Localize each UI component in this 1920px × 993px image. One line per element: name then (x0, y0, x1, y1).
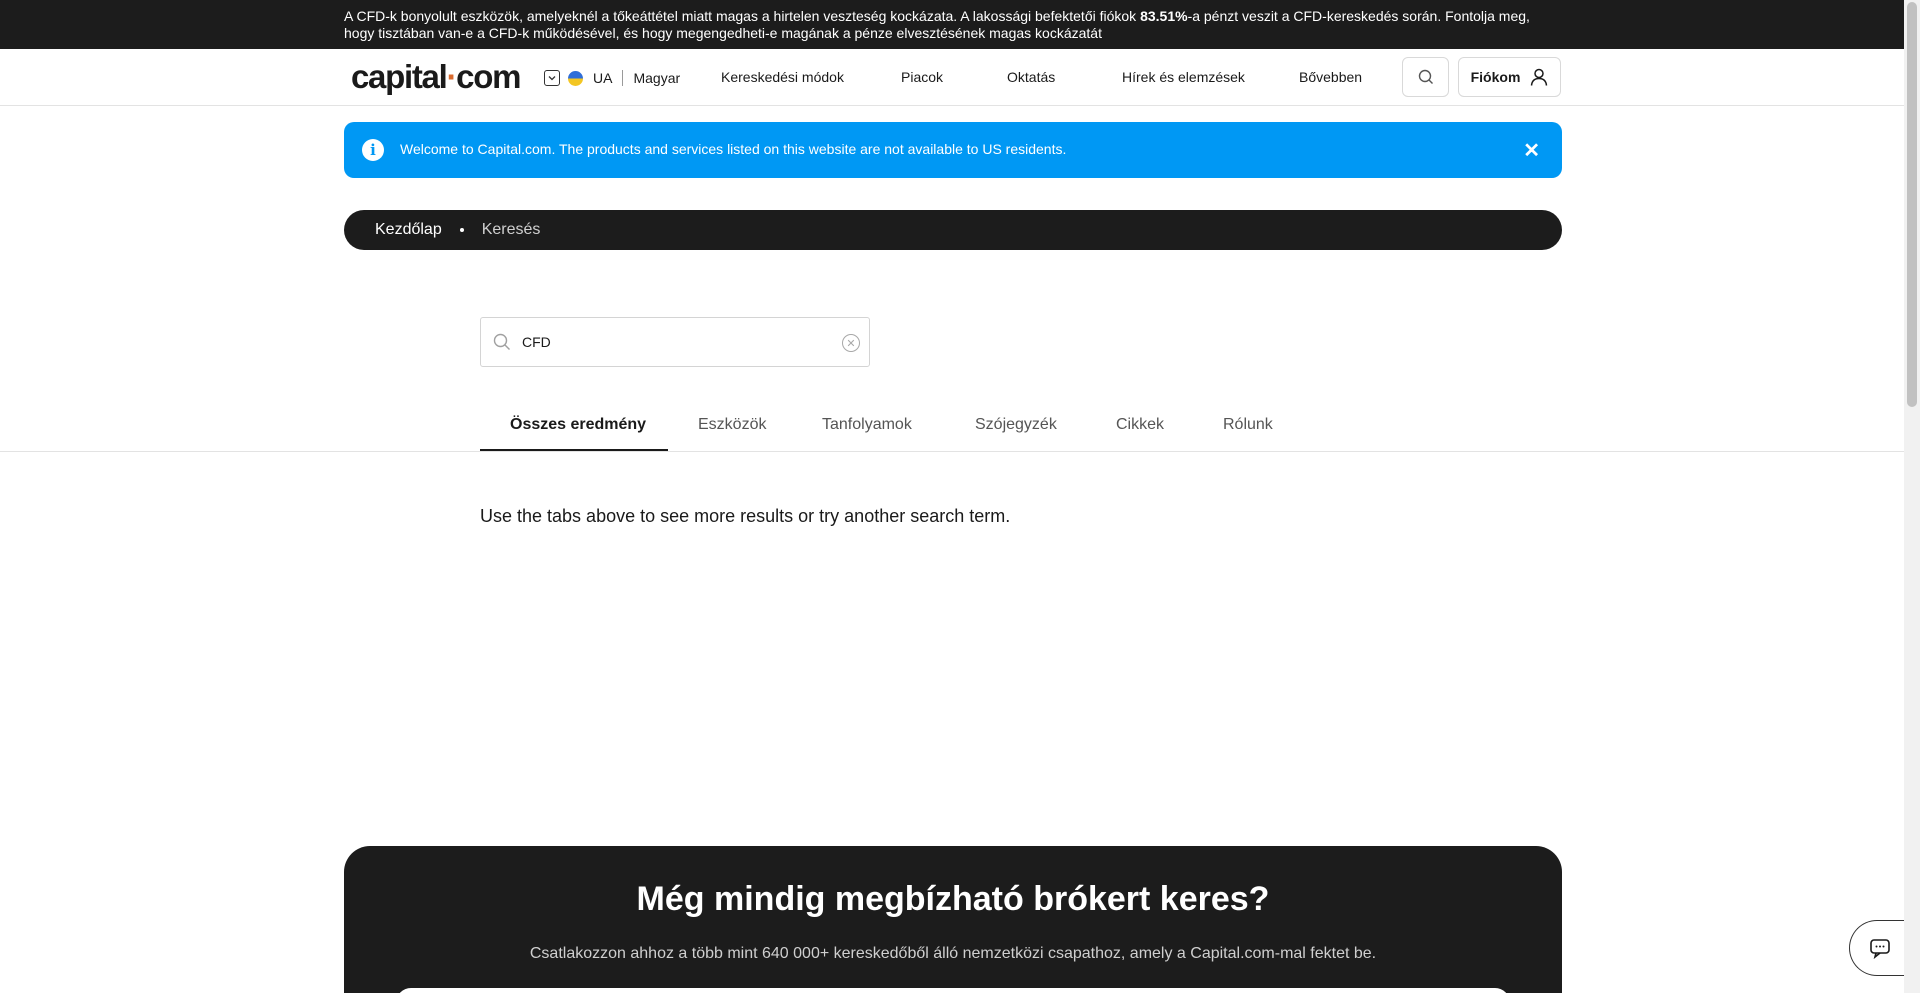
promo-subtitle: Csatlakozzon ahhoz a több mint 640 000+ … (529, 945, 1377, 962)
nav-more[interactable]: Bővebben (1299, 69, 1362, 85)
tab-glossary[interactable]: Szójegyzék (975, 416, 1057, 434)
tabs-divider (0, 451, 1904, 452)
account-label: Fiókom (1470, 69, 1521, 85)
tab-all-results[interactable]: Összes eredmény (510, 416, 646, 434)
user-icon (1531, 68, 1548, 86)
tab-articles[interactable]: Cikkek (1116, 416, 1164, 434)
tab-courses[interactable]: Tanfolyamok (822, 416, 912, 434)
logo-text-end: com (456, 58, 521, 95)
chat-icon (1869, 939, 1890, 959)
tab-about-us[interactable]: Rólunk (1223, 416, 1273, 434)
search-box: ✕ (480, 317, 870, 367)
language-label: Magyar (633, 70, 681, 86)
chevron-down-icon (544, 70, 560, 86)
search-icon (1418, 69, 1433, 84)
logo-text-main: capital (351, 58, 448, 95)
us-residents-notice: i Welcome to Capital.com. The products a… (344, 122, 1562, 178)
breadcrumb: Kezdőlap Keresés (344, 210, 1562, 250)
page-scrollbar[interactable] (1904, 0, 1920, 993)
header-search-button[interactable] (1402, 57, 1449, 97)
region-separator (622, 70, 624, 86)
close-icon[interactable]: ✕ (1523, 138, 1540, 163)
promo-section: Még mindig megbízható brókert keres? Csa… (344, 846, 1562, 993)
region-code: UA (593, 70, 613, 86)
no-results-hint: Use the tabs above to see more results o… (480, 506, 1011, 526)
risk-warning-text-start: A CFD-k bonyolult eszközök, amelyeknél a… (344, 8, 1141, 24)
clear-search-icon[interactable]: ✕ (842, 334, 860, 352)
breadcrumb-home-link[interactable]: Kezdőlap (375, 221, 442, 239)
nav-markets[interactable]: Piacok (901, 69, 943, 85)
nav-news-analysis[interactable]: Hírek és elemzések (1122, 69, 1245, 85)
breadcrumb-separator (459, 228, 464, 232)
info-icon: i (362, 139, 384, 161)
nav-trading-modes[interactable]: Kereskedési módok (721, 69, 844, 85)
tab-assets[interactable]: Eszközök (698, 416, 766, 434)
breadcrumb-current: Keresés (481, 221, 541, 238)
logo-dot: · (446, 58, 457, 95)
nav-education[interactable]: Oktatás (1007, 69, 1055, 85)
promo-signup-field[interactable] (396, 988, 1510, 993)
capital-com-logo[interactable]: capital·com (351, 58, 521, 95)
risk-warning-text: A CFD-k bonyolult eszközök, amelyeknél a… (344, 8, 1562, 41)
region-language-selector[interactable]: UA Magyar (544, 67, 680, 89)
search-input[interactable] (522, 330, 822, 354)
risk-warning-banner: A CFD-k bonyolult eszközök, amelyeknél a… (0, 0, 1904, 49)
promo-title: Még mindig megbízható brókert keres? (636, 880, 1270, 918)
risk-warning-percent: 83.51% (1140, 8, 1188, 24)
notice-message: Welcome to Capital.com. The products and… (400, 141, 1067, 157)
search-icon (493, 333, 510, 350)
chat-widget-button[interactable] (1849, 920, 1909, 976)
site-header: capital·com UA Magyar Kereskedési módok … (0, 49, 1904, 106)
ukraine-flag-icon (568, 70, 583, 86)
scrollbar-thumb[interactable] (1907, 2, 1917, 407)
account-button[interactable]: Fiókom (1458, 57, 1561, 97)
